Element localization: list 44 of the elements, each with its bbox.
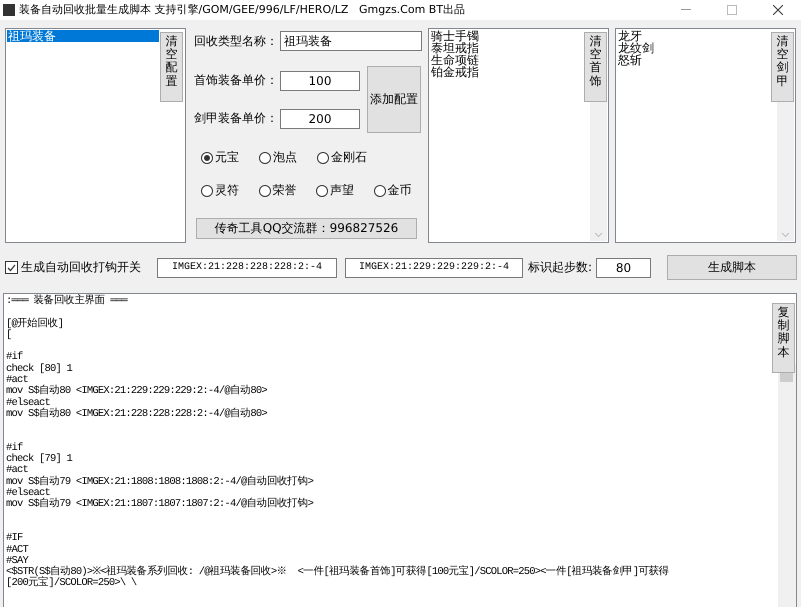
scrollbar[interactable] [778,364,796,607]
list-item[interactable]: 祖玛装备 [7,30,159,42]
window-title: 装备自动回收批量生成脚本 支持引擎/GOM/GEE/996/LF/HERO/LZ Gmgzs.Com BT出品 [19,3,466,17]
list-item[interactable]: 泰坦戒指 [430,42,479,54]
chevron-down-icon [781,232,790,238]
field-label: 回收类型名称： [194,32,279,50]
list-item[interactable]: 龙牙 [617,30,642,42]
list-item[interactable]: 骑士手镯 [430,30,479,42]
field-label: 首饰装备单价： [194,72,279,89]
currency-radio[interactable]: 灵符 [201,182,258,199]
clear-weapon-button[interactable]: 清空剑甲 [771,32,794,102]
currency-radio[interactable]: 金币 [374,182,431,199]
add-config-button[interactable]: 添加配置 [367,66,421,133]
start-field[interactable]: 80 [596,258,652,278]
currency-radio[interactable]: 元宝 [201,149,259,166]
list-item[interactable]: 生命项链 [430,54,479,66]
weapon-list[interactable]: 龙牙 龙纹剑 怒斩 清空剑甲 [615,28,796,243]
currency-radio[interactable]: 泡点 [259,149,317,166]
price-field[interactable]: 100 [280,70,360,90]
qq-group-button[interactable]: 传奇工具QQ交流群：996827526 [196,218,417,239]
clear-config-button[interactable]: 清空配置 [160,32,183,102]
image-field[interactable]: IMGEX:21:229:229:229:2:-4 [345,258,523,278]
field-label: 剑甲装备单价： [194,110,279,127]
name-field[interactable]: 祖玛装备 [280,31,422,51]
field-label: 标识起步数: [528,259,592,276]
config-list[interactable]: 祖玛装备 清空配置 [5,28,186,243]
app-icon [3,4,15,16]
image-field[interactable]: IMGEX:21:228:228:228:2:-4 [157,258,337,278]
list-item[interactable]: 铂金戒指 [430,66,479,78]
clear-jewelry-button[interactable]: 清空首饰 [584,32,607,102]
generate-button[interactable]: 生成脚本 [667,255,797,280]
copy-script-button[interactable]: 复制脚本 [772,303,795,373]
currency-radio[interactable]: 声望 [316,182,374,199]
currency-radio[interactable]: 荣誉 [258,182,316,199]
list-item[interactable]: 龙纹剑 [617,42,654,54]
checkmark-icon [7,264,16,272]
script-editor[interactable] [3,293,797,607]
chevron-down-icon [594,232,603,238]
script-text: :═══ 装备回收主界面 ═══ [@开始回收] [ #if check [80] 1 #act mov S$自动80 <IMGEX:21:229:229:229:2:-4/@自动80> #elseact mov S$自动80 <IMGEX:21:228:228:228:2:-4/@自动80> #if check [79] 1 #act mov S$自动79 <IMGEX:21:1808:1808:1808:2:-4/@自动回收打钩> #elseact mov S$自动79 <IMGEX:21:1807:1807:1807:2:-4/@自动回收打钩> #IF #ACT #SAY <$STR(S$自动80)>※<祖玛装备系列回收: /@祖玛装备回收>※ <一件[祖玛装备首饰]可获得[100元宝]/SCOLOR=250><一件[祖玛装备剑甲]可获得 [200元宝]/SCOLOR=250>\ \ [6,296,669,590]
auto-hook-checkbox[interactable]: 生成自动回收打钩开关 [5,259,157,276]
currency-radio[interactable]: 金刚石 [317,149,375,166]
jewelry-list[interactable]: 骑士手镯 泰坦戒指 生命项链 铂金戒指 清空首饰 [428,28,609,243]
price-field[interactable]: 200 [280,108,360,128]
list-item[interactable]: 怒斩 [617,54,642,66]
